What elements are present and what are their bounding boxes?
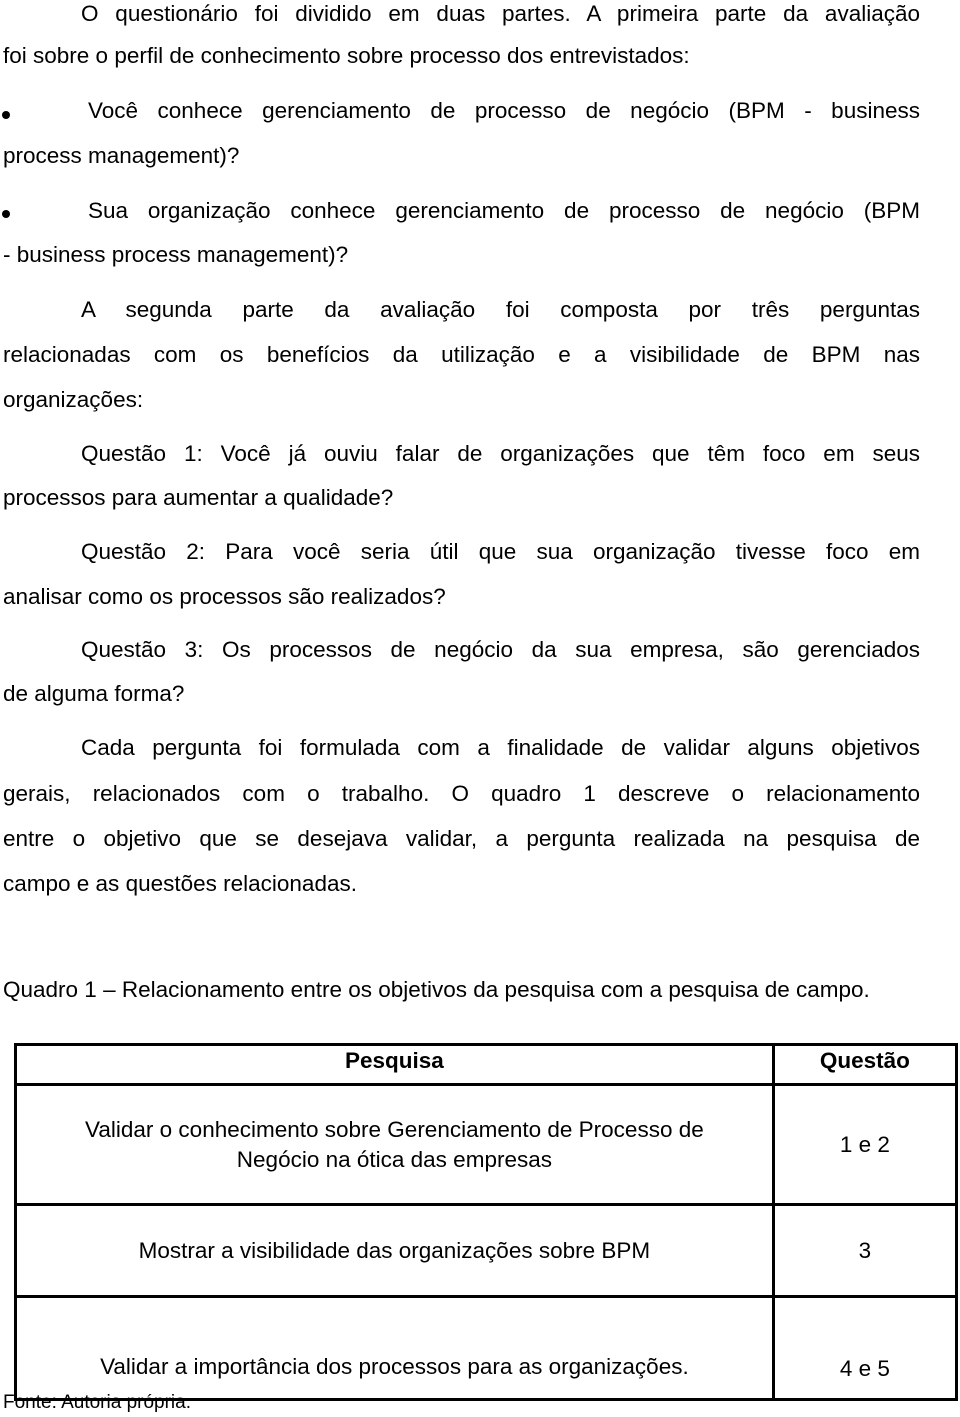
- table-cell-pesquisa: Validar o conhecimento sobre Gerenciamen…: [14, 1083, 775, 1206]
- question-3: Questão 3: Os processos de negócio da su…: [3, 636, 920, 664]
- paragraph-second-part-line-1: A segunda parte da avaliação foi compost…: [81, 297, 920, 322]
- table-source: Fonte: Autoria própria.: [3, 1392, 191, 1413]
- table-header-pesquisa: Pesquisa: [14, 1043, 775, 1086]
- table-cell-questao: 1 e 2: [771, 1083, 959, 1206]
- bullet-item-2-line-1: Sua organização conhece gerenciamento de…: [88, 198, 920, 223]
- paragraph-second-part-line-2: relacionadas com os benefícios da utiliz…: [3, 342, 920, 367]
- paragraph-objectives-line-2: gerais, relacionados com o trabalho. O q…: [3, 781, 920, 806]
- table-cell-pesquisa: Mostrar a visibilidade das organizações …: [14, 1203, 775, 1298]
- question-1: Questão 1: Você já ouviu falar de organi…: [3, 440, 920, 468]
- question-2-line-1: Questão 2: Para você seria útil que sua …: [81, 539, 920, 564]
- table-row: Validar o conhecimento sobre Gerenciamen…: [14, 1083, 959, 1206]
- question-3-line-1: Questão 3: Os processos de negócio da su…: [81, 637, 920, 662]
- question-1-line-2: processos para aumentar a qualidade?: [3, 485, 394, 510]
- question-3-line-2: de alguma forma?: [3, 681, 185, 706]
- bullet-icon: [2, 210, 10, 218]
- table-row: Mostrar a visibilidade das organizações …: [14, 1203, 959, 1298]
- paragraph-second-part-line-3: organizações:: [3, 387, 144, 412]
- paragraph-objectives-line-3: entre o objetivo que se desejava validar…: [3, 826, 920, 851]
- paragraph-objectives-line-2-wrap: gerais, relacionados com o trabalho. O q…: [3, 780, 920, 808]
- table-cell-pesquisa: Validar a importância dos processos para…: [14, 1295, 775, 1401]
- paragraph-objectives-line-4: campo e as questões relacionadas.: [3, 871, 357, 896]
- paragraph-objectives: Cada pergunta foi formulada com a finali…: [3, 734, 920, 762]
- bullet-item-1-line-1: Você conhece gerenciamento de processo d…: [88, 98, 920, 123]
- question-2: Questão 2: Para você seria útil que sua …: [3, 538, 920, 566]
- bullet-item-1-line-2: process management)?: [3, 143, 240, 168]
- table-header-row: Pesquisa Questão: [14, 1043, 959, 1086]
- paragraph-intro-line-1: O questionário foi dividido em duas part…: [81, 1, 920, 26]
- table-caption: Quadro 1 – Relacionamento entre os objet…: [3, 977, 870, 1002]
- paragraph-intro-line-2: foi sobre o perfil de conhecimento sobre…: [3, 43, 690, 68]
- quadro-table: Pesquisa Questão Validar o conhecimento …: [14, 1043, 959, 1401]
- table-cell-questao: 4 e 5: [771, 1295, 959, 1401]
- table-header-questao: Questão: [771, 1043, 959, 1086]
- question-1-line-1: Questão 1: Você já ouviu falar de organi…: [81, 441, 920, 466]
- question-2-line-2: analisar como os processos são realizado…: [3, 584, 446, 609]
- paragraph-intro: O questionário foi dividido em duas part…: [3, 0, 920, 28]
- table-cell-questao: 3: [771, 1203, 959, 1298]
- paragraph-objectives-line-1: Cada pergunta foi formulada com a finali…: [81, 735, 920, 760]
- table-row: Validar a importância dos processos para…: [14, 1295, 959, 1401]
- paragraph-second-part-line-2-wrap: relacionadas com os benefícios da utiliz…: [3, 341, 920, 369]
- table-cell-pesquisa-line-1: Validar o conhecimento sobre Gerenciamen…: [85, 1116, 704, 1142]
- paragraph-objectives-line-3-wrap: entre o objetivo que se desejava validar…: [3, 825, 920, 853]
- bullet-item-2: Sua organização conhece gerenciamento de…: [88, 197, 920, 225]
- bullet-item-1: Você conhece gerenciamento de processo d…: [88, 97, 920, 125]
- paragraph-second-part: A segunda parte da avaliação foi compost…: [3, 296, 920, 324]
- table-cell-pesquisa-line-2: Negócio na ótica das empresas: [236, 1146, 552, 1172]
- bullet-icon: [2, 111, 10, 119]
- bullet-item-2-line-2: - business process management)?: [3, 242, 349, 267]
